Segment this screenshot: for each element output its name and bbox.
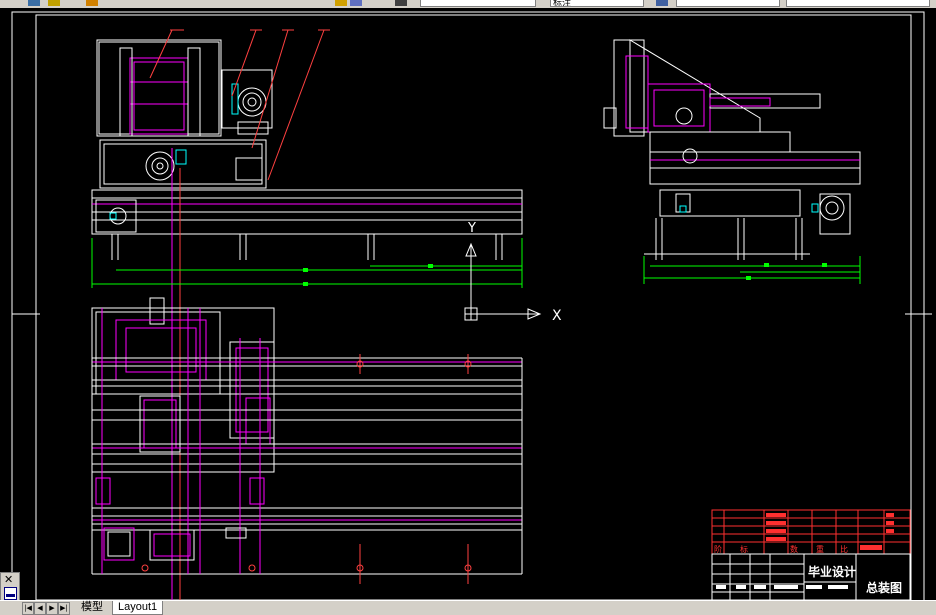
style-combo-4[interactable]	[786, 0, 930, 7]
dim-style-icon[interactable]	[350, 0, 362, 6]
title-block-header-2: 标	[740, 544, 748, 554]
title-block-header-4: 重	[816, 544, 824, 554]
tab-layout1[interactable]: Layout1	[112, 601, 164, 615]
layout-tab-bar: |◀ ◀ ▶ ▶| 模型 Layout1	[0, 600, 936, 615]
layer-state-icon[interactable]	[335, 0, 347, 6]
toolbar-strip: 标注	[0, 0, 936, 8]
title-block-header-3: 数	[790, 544, 798, 554]
project-title: 毕业设计	[808, 564, 856, 579]
floating-panel: ✕	[0, 572, 20, 602]
ucs-y-label: Y	[467, 221, 476, 236]
front-view	[91, 29, 523, 600]
title-block-header-5: 比	[840, 544, 848, 554]
style-combo-1[interactable]	[420, 0, 536, 7]
dim-style-combo[interactable]: 标注	[550, 0, 644, 7]
plan-view	[91, 297, 523, 584]
layer-icon[interactable]	[28, 0, 40, 6]
prev-tab-button[interactable]: ◀	[34, 602, 46, 615]
last-tab-button[interactable]: ▶|	[58, 602, 70, 615]
close-icon[interactable]: ✕	[4, 573, 13, 586]
tab-model[interactable]: 模型	[76, 601, 108, 614]
window-icon[interactable]	[4, 587, 17, 600]
ucs-x-label: X	[552, 308, 562, 324]
first-tab-button[interactable]: |◀	[22, 602, 34, 615]
table-style-icon[interactable]	[395, 0, 407, 6]
style-combo-3[interactable]	[676, 0, 780, 7]
properties-icon[interactable]	[48, 0, 60, 6]
sheet-border	[11, 11, 925, 600]
table-icon[interactable]	[656, 0, 668, 6]
next-tab-button[interactable]: ▶	[46, 602, 58, 615]
match-icon[interactable]	[86, 0, 98, 6]
side-view	[603, 39, 861, 284]
drawing-name: 总装图	[866, 580, 902, 595]
drawing-canvas[interactable]: Y X 阶 标 数 重 比 毕业设计 总装图	[0, 8, 936, 600]
title-block-header-1: 阶	[714, 544, 722, 554]
